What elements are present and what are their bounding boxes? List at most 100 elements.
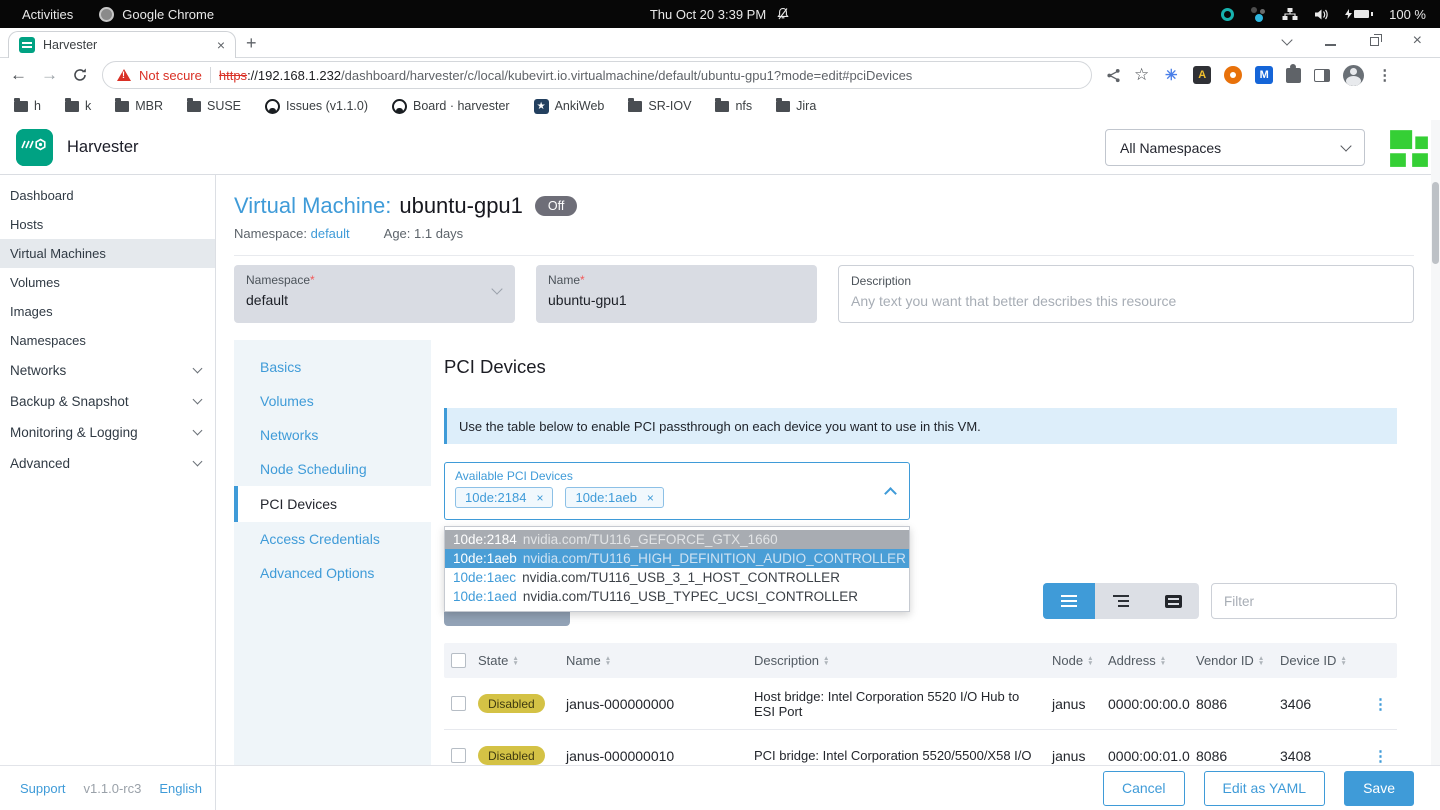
- sidebar-item-dashboard[interactable]: Dashboard: [0, 181, 215, 210]
- bookmark-issues[interactable]: Issues (v1.1.0): [265, 99, 368, 114]
- select-all-checkbox[interactable]: [451, 653, 466, 668]
- activities-button[interactable]: Activities: [22, 7, 73, 22]
- tab-search-icon[interactable]: [1281, 34, 1292, 45]
- harvester-logo[interactable]: [16, 129, 53, 166]
- bookmark-folder-k[interactable]: k: [65, 99, 91, 113]
- row-actions-icon[interactable]: ⋮: [1373, 695, 1388, 713]
- browser-tab-harvester[interactable]: Harvester ×: [8, 31, 236, 58]
- selected-chip[interactable]: 10de:2184×: [455, 487, 553, 508]
- device-address: 0000:00:00.0: [1108, 696, 1196, 712]
- app-name: Google Chrome: [122, 7, 214, 22]
- tab-pci-devices[interactable]: PCI Devices: [234, 486, 431, 522]
- scrollbar-track[interactable]: [1431, 120, 1440, 810]
- col-state[interactable]: State▲▼: [478, 653, 519, 668]
- bookmark-ankiweb[interactable]: ★AnkiWeb: [534, 99, 605, 114]
- forward-icon[interactable]: →: [41, 65, 58, 85]
- sidebar-group-backup-snapshot[interactable]: Backup & Snapshot: [0, 386, 215, 417]
- new-tab-button[interactable]: +: [246, 33, 257, 54]
- name-field[interactable]: Name* ubuntu-gpu1: [536, 265, 817, 323]
- pci-option[interactable]: 10de:1aecnvidia.com/TU116_USB_3_1_HOST_C…: [445, 568, 909, 587]
- volume-icon[interactable]: [1314, 8, 1329, 21]
- pci-option[interactable]: 10de:1aednvidia.com/TU116_USB_TYPEC_UCSI…: [445, 587, 909, 606]
- edit-as-yaml-button[interactable]: Edit as YAML: [1204, 771, 1326, 806]
- sidebar-group-advanced[interactable]: Advanced: [0, 448, 215, 479]
- tab-node-scheduling[interactable]: Node Scheduling: [234, 452, 431, 486]
- namespace-filter-select[interactable]: All Namespaces: [1105, 129, 1365, 166]
- tray-app-icon[interactable]: [1221, 8, 1234, 21]
- bookmark-folder-mbr[interactable]: MBR: [115, 99, 163, 113]
- battery-icon[interactable]: [1345, 9, 1373, 19]
- sidebar-group-networks[interactable]: Networks: [0, 355, 215, 386]
- tab-volumes[interactable]: Volumes: [234, 384, 431, 418]
- col-name[interactable]: Name▲▼: [566, 653, 611, 668]
- namespace-field[interactable]: Namespace* default: [234, 265, 515, 323]
- tab-close-icon[interactable]: ×: [217, 37, 225, 53]
- row-actions-icon[interactable]: ⋮: [1373, 747, 1388, 765]
- not-secure-label[interactable]: Not secure: [139, 68, 202, 83]
- bookmark-folder-sriov[interactable]: SR-IOV: [628, 99, 691, 113]
- extension-asterisk-icon[interactable]: ✳: [1162, 66, 1180, 84]
- view-list-button[interactable]: [1043, 583, 1095, 619]
- bookmark-folder-jira[interactable]: Jira: [776, 99, 816, 113]
- bookmark-folder-nfs[interactable]: nfs: [715, 99, 752, 113]
- sidebar-item-volumes[interactable]: Volumes: [0, 268, 215, 297]
- tray-color-icon[interactable]: [1250, 6, 1266, 22]
- url-text[interactable]: https://192.168.1.232/dashboard/harveste…: [219, 68, 912, 83]
- tab-basics[interactable]: Basics: [234, 350, 431, 384]
- side-panel-icon[interactable]: [1314, 69, 1330, 82]
- back-icon[interactable]: ←: [10, 65, 27, 85]
- col-node[interactable]: Node▲▼: [1052, 653, 1094, 668]
- profile-avatar[interactable]: [1343, 65, 1364, 86]
- support-link[interactable]: Support: [20, 781, 66, 796]
- view-grouped-button[interactable]: [1095, 583, 1147, 619]
- row-checkbox[interactable]: [451, 748, 466, 763]
- reload-icon[interactable]: [72, 67, 88, 83]
- pci-option[interactable]: 10de:2184nvidia.com/TU116_GEFORCE_GTX_16…: [445, 530, 909, 549]
- extension-anki-icon[interactable]: A: [1193, 66, 1211, 84]
- address-bar[interactable]: Not secure https://192.168.1.232/dashboa…: [102, 61, 1092, 89]
- share-icon[interactable]: [1106, 68, 1121, 83]
- scrollbar-thumb[interactable]: [1432, 182, 1439, 264]
- col-address[interactable]: Address▲▼: [1108, 653, 1166, 668]
- col-description[interactable]: Description▲▼: [754, 653, 829, 668]
- save-button[interactable]: Save: [1344, 771, 1414, 806]
- window-close-icon[interactable]: ×: [1413, 33, 1422, 49]
- sidebar-group-monitoring-logging[interactable]: Monitoring & Logging: [0, 417, 215, 448]
- chip-remove-icon[interactable]: ×: [647, 491, 654, 505]
- sidebar-item-virtual-machines[interactable]: Virtual Machines: [0, 239, 215, 268]
- language-link[interactable]: English: [159, 781, 202, 796]
- col-device-id[interactable]: Device ID▲▼: [1280, 653, 1347, 668]
- device-node: janus: [1052, 696, 1108, 712]
- extensions-puzzle-icon[interactable]: [1286, 68, 1301, 83]
- sidebar-item-namespaces[interactable]: Namespaces: [0, 326, 215, 355]
- row-checkbox[interactable]: [451, 696, 466, 711]
- window-restore-icon[interactable]: [1370, 37, 1379, 46]
- tab-access-credentials[interactable]: Access Credentials: [234, 522, 431, 556]
- rancher-green-logo[interactable]: [1388, 127, 1430, 169]
- view-card-button[interactable]: [1147, 583, 1199, 619]
- tab-advanced-options[interactable]: Advanced Options: [234, 556, 431, 590]
- bookmark-folder-h[interactable]: h: [14, 99, 41, 113]
- col-vendor-id[interactable]: Vendor ID▲▼: [1196, 653, 1264, 668]
- brand-name[interactable]: Harvester: [67, 138, 139, 157]
- network-icon[interactable]: [1282, 7, 1298, 21]
- selected-chip[interactable]: 10de:1aeb×: [565, 487, 663, 508]
- sidebar-item-hosts[interactable]: Hosts: [0, 210, 215, 239]
- extension-m-icon[interactable]: M: [1255, 66, 1273, 84]
- sidebar-item-images[interactable]: Images: [0, 297, 215, 326]
- bookmark-board[interactable]: Board · harvester: [392, 99, 510, 114]
- tab-networks[interactable]: Networks: [234, 418, 431, 452]
- pci-option[interactable]: 10de:1aebnvidia.com/TU116_HIGH_DEFINITIO…: [445, 549, 909, 568]
- chip-remove-icon[interactable]: ×: [536, 491, 543, 505]
- filter-input[interactable]: [1211, 583, 1397, 619]
- bookmark-star-icon[interactable]: ☆: [1134, 65, 1149, 85]
- bookmark-folder-suse[interactable]: SUSE: [187, 99, 241, 113]
- description-field[interactable]: Description Any text you want that bette…: [838, 265, 1414, 323]
- clock[interactable]: Thu Oct 20 3:39 PM: [650, 7, 766, 22]
- namespace-link[interactable]: default: [311, 226, 350, 241]
- window-minimize-icon[interactable]: [1325, 44, 1336, 46]
- cancel-button[interactable]: Cancel: [1103, 771, 1185, 806]
- extension-orange-icon[interactable]: [1224, 66, 1242, 84]
- browser-menu-icon[interactable]: ⋮: [1377, 66, 1392, 84]
- combobox-control[interactable]: Available PCI Devices 10de:2184× 10de:1a…: [444, 462, 910, 520]
